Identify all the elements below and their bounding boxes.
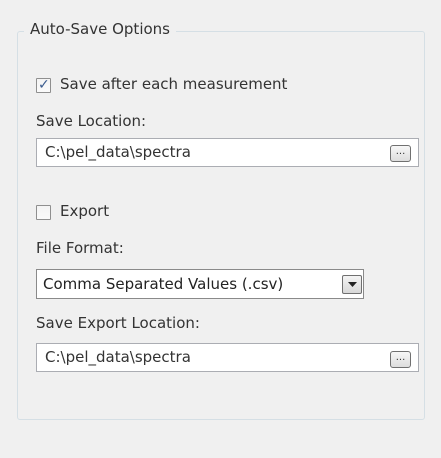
save-location-label: Save Location: xyxy=(36,112,147,130)
save-location-browse-button[interactable]: ... xyxy=(390,145,411,162)
export-checkbox[interactable] xyxy=(36,205,51,220)
file-format-selected: Comma Separated Values (.csv) xyxy=(43,275,284,293)
save-after-label: Save after each measurement xyxy=(60,75,288,93)
file-format-dropdown[interactable]: Comma Separated Values (.csv) xyxy=(36,269,364,299)
save-location-value: C:\pel_data\spectra xyxy=(45,143,191,161)
check-icon: ✓ xyxy=(38,77,50,93)
chevron-down-icon[interactable] xyxy=(342,275,362,294)
group-title: Auto-Save Options xyxy=(24,20,176,38)
save-location-field[interactable]: C:\pel_data\spectra xyxy=(36,138,419,167)
file-format-label: File Format: xyxy=(36,239,124,257)
export-location-browse-button[interactable]: ... xyxy=(390,351,411,368)
export-label: Export xyxy=(60,202,110,220)
save-after-checkbox[interactable]: ✓ xyxy=(36,77,51,93)
export-location-value: C:\pel_data\spectra xyxy=(45,348,191,366)
export-location-field[interactable]: C:\pel_data\spectra xyxy=(36,343,419,372)
export-location-label: Save Export Location: xyxy=(36,314,200,332)
